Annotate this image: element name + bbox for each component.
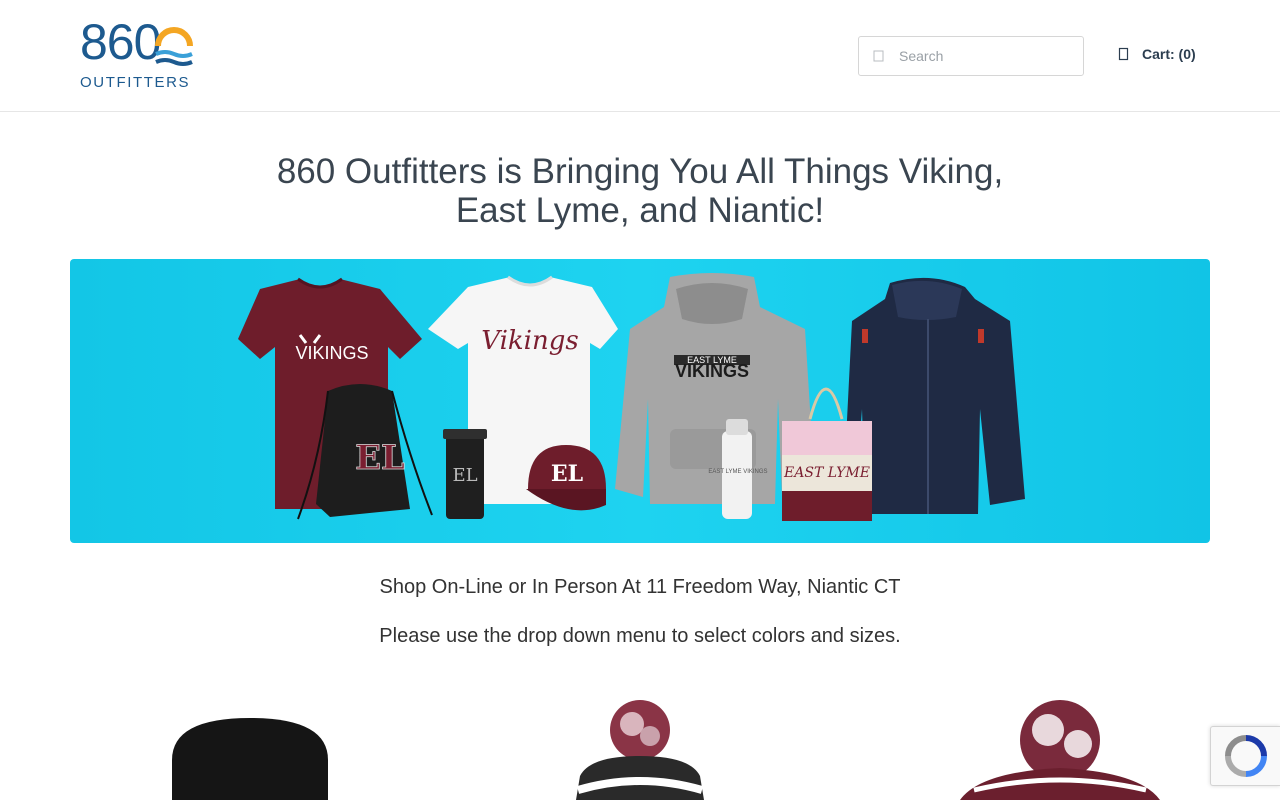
hero-banner-image: VIKINGS Vikings EAST LYME VIKINGS EL EL … — [238, 273, 1025, 521]
pom-beanie-maroon-stripe-image — [960, 700, 1160, 800]
size-instructions-text: Please use the drop down menu to select … — [379, 625, 901, 647]
recaptcha-badge[interactable] — [1210, 726, 1280, 786]
maroon-tshirt-text: VIKINGS — [295, 343, 368, 363]
page-title-line1: 860 Outfitters is Bringing You All Thing… — [276, 152, 1004, 191]
white-tshirt-text: Vikings — [481, 326, 578, 356]
tumbler: EL — [443, 429, 487, 519]
tumbler-text: EL — [452, 465, 477, 486]
page-title: 860 Outfitters is Bringing You All Thing… — [240, 152, 1040, 230]
store-location-text: Shop On-Line or In Person At 11 Freedom … — [379, 576, 901, 598]
hero-banner[interactable]: VIKINGS Vikings EAST LYME VIKINGS EL EL … — [70, 259, 1210, 543]
pom-beanie-white-maroon-image — [576, 700, 704, 800]
search-input[interactable] — [899, 45, 1069, 67]
cart-label: Cart: (0) — [1142, 46, 1196, 62]
page-title-line2: East Lyme, and Niantic! — [455, 191, 825, 230]
product-card[interactable] — [930, 690, 1190, 800]
search-icon — [873, 50, 884, 62]
logo-sun-wave-icon — [155, 27, 193, 66]
product-card[interactable] — [510, 690, 770, 800]
tote-bag-text: EAST LYME — [783, 465, 870, 481]
maroon-cap-text: EL — [551, 461, 583, 487]
logo-word: OUTFITTERS — [80, 74, 191, 91]
gray-hoodie-text-bottom: VIKINGS — [675, 361, 749, 381]
water-bottle-text: EAST LYME VIKINGS — [708, 469, 767, 475]
cart-link[interactable]: Cart: (0) — [1118, 44, 1196, 64]
black-beanie-image — [172, 718, 328, 800]
drawstring-bag-text: EL — [355, 438, 405, 478]
search-box[interactable] — [858, 36, 1084, 76]
site-header: 860 OUTFITTERS Cart: (0) — [0, 0, 1280, 112]
recaptcha-icon — [1225, 735, 1267, 777]
product-card[interactable] — [120, 690, 380, 800]
logo-number: 860 — [80, 14, 161, 70]
site-logo[interactable]: 860 OUTFITTERS — [80, 14, 196, 94]
cart-icon — [1118, 47, 1129, 61]
